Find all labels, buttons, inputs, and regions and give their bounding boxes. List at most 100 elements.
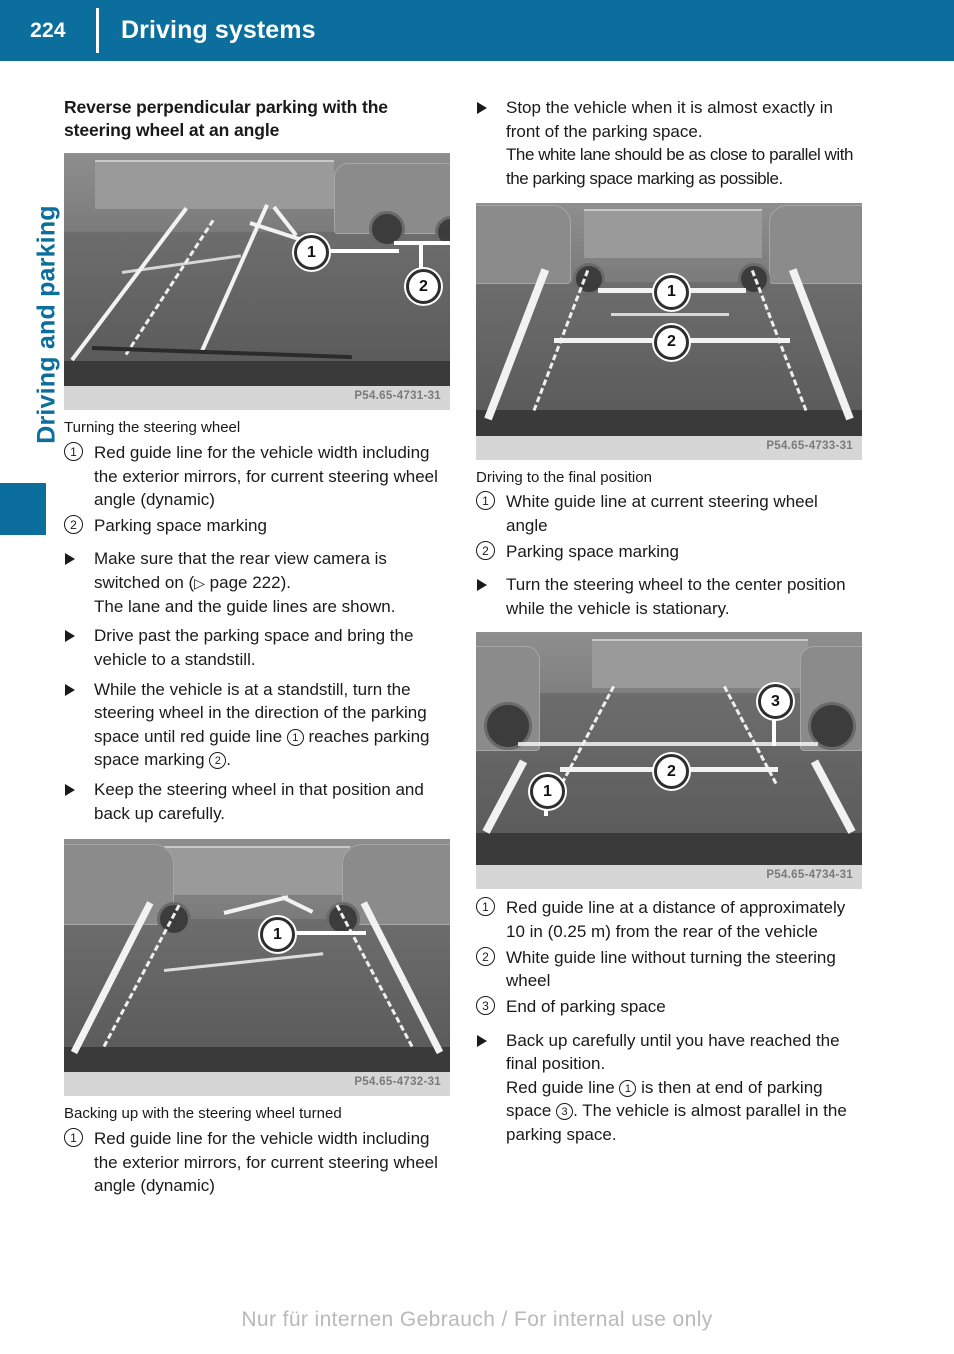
legend-number: 3 (476, 995, 495, 1015)
background-buildings (94, 160, 335, 209)
page-title: Driving systems (121, 16, 316, 44)
legend-item: 1 Red guide line for the vehicle width i… (64, 441, 452, 512)
step-arrow-icon (65, 630, 75, 643)
page-number: 224 (30, 18, 66, 42)
step-item: Make sure that the rear view camera is s… (64, 547, 452, 618)
steps-list-top: Stop the vehicle when it is almost exact… (476, 96, 864, 191)
step-text: While the vehicle is at a standstill, tu… (94, 679, 430, 770)
chapter-tab-label: Driving and parking (32, 205, 61, 444)
legend-text: White guide line at current steering whe… (506, 492, 818, 535)
legend-item: 2 Parking space marking (476, 540, 864, 564)
figure-code-bar-1: P54.65-4731-31 (64, 386, 450, 411)
page-header: 224 Driving systems (0, 0, 954, 61)
figure-turning-steering-wheel: 1 2 P54.65-4731-31 (64, 153, 450, 411)
step-text: Back up carefully until you have reached… (506, 1030, 840, 1074)
figure-caption-1: Turning the steering wheel (64, 419, 241, 437)
legend-text: End of parking space (506, 996, 666, 1016)
step-arrow-icon (65, 784, 75, 797)
figure-caption-3: Driving to the final position (476, 468, 652, 486)
figure-code: P54.65-4731-31 (354, 390, 441, 403)
figure-marker-2: 2 (406, 269, 441, 305)
legend-number: 1 (476, 897, 495, 917)
legend-number: 1 (64, 1128, 83, 1148)
figure-backing-up: 1 P54.65-4732-31 (64, 839, 450, 1097)
step-item: Stop the vehicle when it is almost exact… (476, 96, 864, 191)
figure-driving-final-position: 1 2 P54.65-4733-31 (476, 202, 862, 460)
step-item: Keep the steering wheel in that position… (64, 778, 452, 825)
background-buildings (164, 846, 350, 895)
step-arrow-icon (477, 579, 487, 592)
step-arrow-icon (477, 102, 487, 114)
rear-view-camera-image-1: 1 2 (64, 153, 450, 387)
right-column: Stop the vehicle when it is almost exact… (476, 96, 864, 1153)
own-vehicle-bumper (64, 1046, 450, 1073)
step-arrow-icon (477, 1034, 487, 1047)
parked-vehicle-right (769, 204, 862, 284)
legend-list-4: 1 Red guide line at a distance of approx… (476, 896, 864, 1018)
legend-item: 1 Red guide line at a distance of approx… (476, 896, 864, 943)
inline-reference-number: 1 (619, 1079, 637, 1097)
rear-view-camera-image-4: 1 2 3 (476, 632, 862, 866)
legend-text: Red guide line for the vehicle width inc… (94, 442, 438, 510)
legend-text: White guide line without turning the ste… (506, 947, 836, 991)
legend-list-1: 1 Red guide line for the vehicle width i… (64, 441, 452, 538)
step-text: Turn the steering wheel to the center po… (506, 575, 846, 618)
figure-code: P54.65-4732-31 (354, 1076, 441, 1089)
section-heading: Reverse perpendicular parking with the s… (64, 97, 388, 141)
figure-code-bar-3: P54.65-4733-31 (476, 435, 862, 460)
inline-reference-number: 2 (209, 752, 227, 770)
legend-list-3: 1 White guide line at current steering w… (476, 490, 864, 563)
own-vehicle-bumper (64, 360, 450, 387)
legend-number: 2 (476, 540, 495, 560)
chapter-tab-marker (0, 483, 46, 535)
figure-marker-2: 2 (654, 324, 689, 360)
figure-final-position: 1 2 3 P54.65-4734-31 (476, 632, 862, 890)
step-item: Back up carefully until you have reached… (476, 1029, 864, 1147)
legend-item: 2 White guide line without turning the s… (476, 946, 864, 993)
left-column: Reverse perpendicular parking with the s… (64, 96, 452, 1200)
step-text: Make sure that the rear view camera is s… (94, 549, 387, 593)
step-item: Turn the steering wheel to the center po… (476, 573, 864, 620)
rear-view-camera-image-2: 1 (64, 839, 450, 1073)
legend-number: 1 (476, 491, 495, 511)
legend-text: Red guide line for the vehicle width inc… (94, 1129, 438, 1196)
steps-list-1: Make sure that the rear view camera is s… (64, 547, 452, 825)
step-text-continued: Red guide line 1 is then at end of parki… (506, 1077, 847, 1144)
step-item: While the vehicle is at a standstill, tu… (64, 678, 452, 773)
footer-watermark: Nur für internen Gebrauch / For internal… (241, 1308, 713, 1331)
figure-code-bar-4: P54.65-4734-31 (476, 865, 862, 890)
background-buildings (584, 209, 762, 259)
step-text: Drive past the parking space and bring t… (94, 626, 414, 669)
legend-text: Parking space marking (94, 515, 267, 535)
steps-list-mid: Turn the steering wheel to the center po… (476, 573, 864, 620)
step-text: Stop the vehicle when it is almost exact… (506, 98, 833, 141)
legend-text: Parking space marking (506, 541, 679, 561)
figure-code-bar-2: P54.65-4732-31 (64, 1072, 450, 1097)
legend-number: 2 (476, 946, 495, 966)
legend-list-2: 1 Red guide line for the vehicle width i… (64, 1127, 452, 1198)
background-buildings (591, 639, 808, 688)
legend-item: 3 End of parking space (476, 995, 864, 1019)
figure-code: P54.65-4734-31 (766, 869, 853, 882)
step-text-continued: The white lane should be as close to par… (506, 145, 853, 188)
vehicle-wheel (156, 902, 191, 937)
inline-reference-number: 1 (286, 728, 304, 746)
step-text: Keep the steering wheel in that position… (94, 780, 424, 823)
rear-view-camera-image-3: 1 2 (476, 202, 862, 436)
own-vehicle-bumper (476, 409, 862, 436)
figure-marker-1: 1 (294, 235, 329, 271)
center-lane-line (611, 312, 729, 316)
steps-list-bottom: Back up carefully until you have reached… (476, 1029, 864, 1147)
legend-item: 2 Parking space marking (64, 514, 452, 538)
legend-number: 1 (64, 441, 83, 461)
step-arrow-icon (65, 683, 75, 696)
inline-reference-number: 3 (556, 1103, 574, 1121)
page-reference-icon: ▷ (194, 576, 205, 593)
legend-text: Red guide line at a distance of approxim… (506, 898, 846, 941)
figure-caption-2: Backing up with the steering wheel turne… (64, 1105, 342, 1123)
step-item: Drive past the parking space and bring t… (64, 624, 452, 671)
legend-number: 2 (64, 514, 83, 534)
step-text-continued: The lane and the guide lines are shown. (94, 596, 396, 616)
own-vehicle-bumper (476, 832, 862, 866)
figure-marker-1: 1 (654, 274, 689, 310)
